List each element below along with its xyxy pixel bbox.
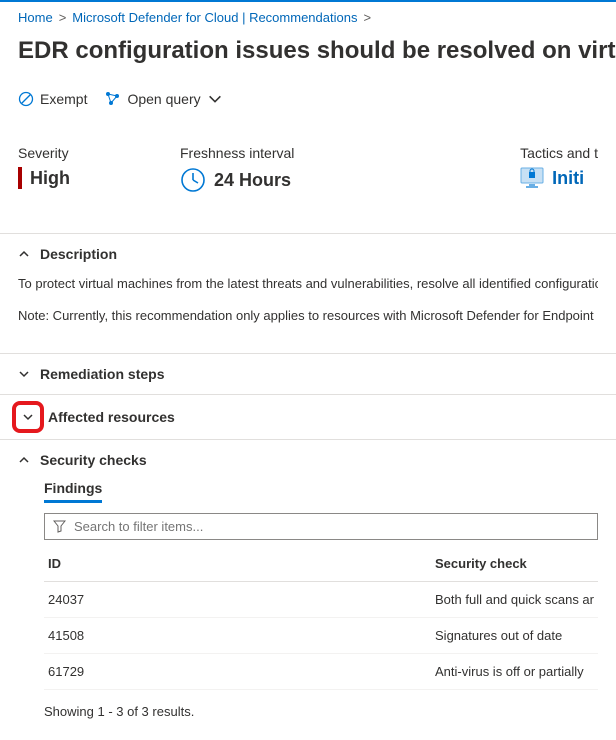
findings-table: ID Security check 24037 Both full and qu… (44, 546, 598, 690)
breadcrumb-defender[interactable]: Microsoft Defender for Cloud | Recommend… (72, 10, 357, 25)
page-title: EDR configuration issues should be resol… (0, 33, 616, 77)
circle-slash-icon (18, 91, 34, 107)
tactics-label: Tactics and t (520, 145, 598, 161)
section-remediation-header[interactable]: Remediation steps (0, 354, 616, 394)
severity-label: Severity (18, 145, 70, 161)
severity-value: High (30, 168, 70, 189)
description-body: To protect virtual machines from the lat… (0, 274, 616, 353)
info-row: Severity High Freshness interval 24 Hour… (0, 121, 616, 233)
table-row[interactable]: 24037 Both full and quick scans ar (44, 582, 598, 618)
graph-icon (105, 91, 121, 107)
search-box[interactable] (44, 513, 598, 540)
section-description: Description To protect virtual machines … (0, 233, 616, 353)
breadcrumb-separator: > (59, 10, 67, 25)
tactics-block: Tactics and t Initi (520, 145, 598, 193)
chevron-down-icon (22, 411, 34, 423)
chevron-up-icon (18, 248, 30, 260)
section-security-header[interactable]: Security checks (0, 440, 616, 480)
freshness-value: 24 Hours (214, 170, 291, 191)
section-description-header[interactable]: Description (0, 234, 616, 274)
monitor-lock-icon (520, 167, 544, 189)
col-header-check[interactable]: Security check (431, 546, 598, 582)
breadcrumb: Home > Microsoft Defender for Cloud | Re… (0, 2, 616, 33)
section-remediation: Remediation steps (0, 353, 616, 394)
freshness-block: Freshness interval 24 Hours (180, 145, 294, 193)
tactics-value[interactable]: Initi (552, 168, 584, 189)
section-affected: Affected resources (0, 394, 616, 439)
highlight-box (12, 401, 44, 433)
chevron-down-icon (207, 91, 223, 107)
col-header-id[interactable]: ID (44, 546, 431, 582)
exempt-button[interactable]: Exempt (18, 91, 87, 107)
open-query-button[interactable]: Open query (105, 91, 222, 107)
freshness-label: Freshness interval (180, 145, 294, 161)
breadcrumb-separator: > (363, 10, 371, 25)
section-security: Security checks Findings ID Security che… (0, 439, 616, 733)
chevron-down-icon (18, 368, 30, 380)
chevron-up-icon (18, 454, 30, 466)
clock-icon (180, 167, 206, 193)
toolbar: Exempt Open query (0, 77, 616, 121)
findings-tab[interactable]: Findings (44, 480, 102, 503)
filter-icon (53, 520, 66, 533)
findings-area: Findings ID Security check 24037 Both fu… (0, 480, 616, 733)
table-row[interactable]: 41508 Signatures out of date (44, 618, 598, 654)
section-affected-header[interactable]: Affected resources (0, 395, 616, 439)
breadcrumb-home[interactable]: Home (18, 10, 53, 25)
results-count: Showing 1 - 3 of 3 results. (44, 690, 598, 723)
severity-bar (18, 167, 22, 189)
table-row[interactable]: 61729 Anti-virus is off or partially (44, 654, 598, 690)
search-input[interactable] (74, 519, 589, 534)
severity-block: Severity High (18, 145, 70, 193)
